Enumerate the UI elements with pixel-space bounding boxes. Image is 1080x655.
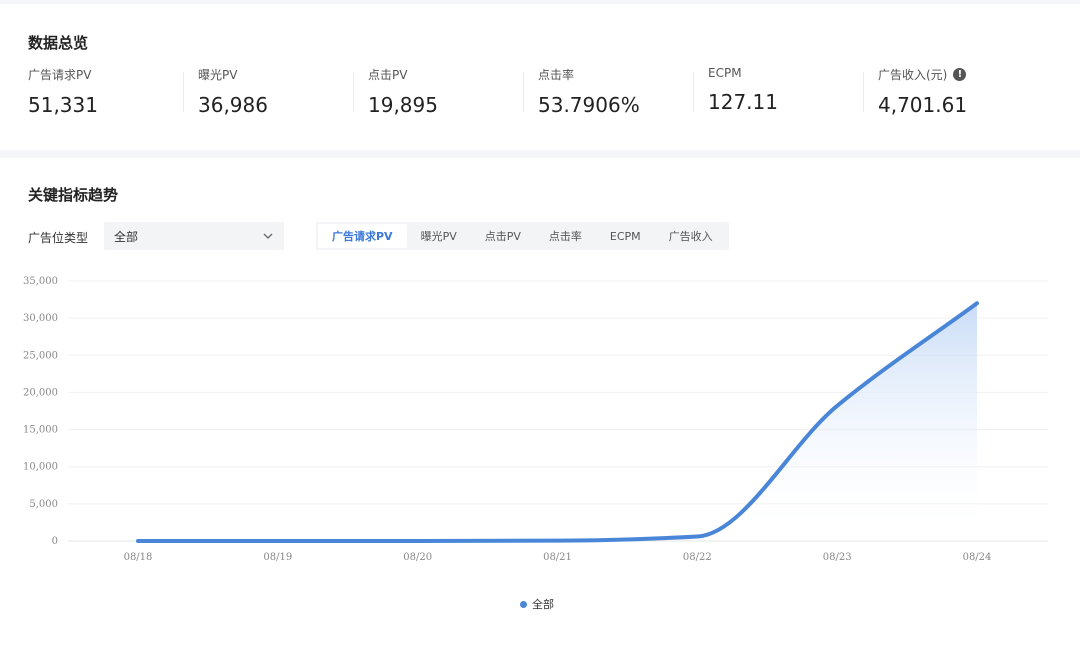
- tab-impression-pv[interactable]: 曝光PV: [407, 224, 471, 248]
- metric-value: 36,986: [198, 93, 268, 117]
- metric-divider: [183, 72, 184, 112]
- ad-slot-type-select[interactable]: 全部: [104, 222, 284, 250]
- trend-title: 关键指标趋势: [28, 186, 119, 204]
- metric-value: 53.7906%: [538, 93, 640, 117]
- tab-ctr[interactable]: 点击率: [535, 224, 596, 248]
- x-tick-label: 08/19: [263, 552, 292, 563]
- tab-ecpm[interactable]: ECPM: [596, 224, 655, 248]
- trend-line-chart: 0 5,000 10,000 15,000 20,000 25,000 30,000 35,0…: [23, 276, 1048, 563]
- x-tick-label: 08/20: [403, 552, 432, 563]
- x-tick-label: 08/18: [124, 552, 153, 563]
- legend-marker: [520, 600, 527, 608]
- tab-ad-revenue[interactable]: 广告收入: [655, 224, 727, 248]
- metric-label-text: 广告收入(元): [878, 68, 948, 82]
- metric-label: 点击率: [538, 68, 575, 82]
- metric-label: 曝光PV: [198, 68, 238, 82]
- tab-click-pv[interactable]: 点击PV: [471, 224, 535, 248]
- metric-label: ECPM: [708, 66, 742, 80]
- metric-divider: [353, 72, 354, 112]
- metric-divider: [523, 72, 524, 112]
- ad-slot-type-label: 广告位类型: [28, 231, 89, 245]
- metric-impression-pv: 曝光PV 36,986: [198, 66, 268, 122]
- metric-value: 4,701.61: [878, 93, 968, 117]
- metric-ctr: 点击率 53.7906%: [538, 66, 640, 122]
- metric-label: 广告收入(元) !: [878, 66, 967, 83]
- x-tick-label: 08/24: [963, 552, 992, 563]
- tab-ad-request-pv[interactable]: 广告请求PV: [318, 224, 407, 248]
- metric-label: 点击PV: [368, 68, 408, 82]
- metric-divider: [693, 72, 694, 112]
- metric-ad-request-pv: 广告请求PV 51,331: [28, 66, 98, 122]
- metric-value: 19,895: [368, 93, 438, 117]
- info-icon[interactable]: !: [953, 68, 967, 81]
- y-tick-label: 25,000: [23, 350, 58, 361]
- chart-legend[interactable]: 全部: [520, 596, 554, 612]
- metric-value: 127.11: [708, 90, 778, 114]
- y-tick-label: 35,000: [23, 276, 58, 287]
- select-value: 全部: [114, 229, 139, 244]
- metric-ecpm: ECPM 127.11: [708, 66, 778, 122]
- metric-value: 51,331: [28, 93, 98, 117]
- metric-ad-revenue: 广告收入(元) ! 4,701.61: [878, 66, 967, 122]
- overview-card: 数据总览 广告请求PV 51,331 曝光PV 36,986 点击PV 19,8…: [0, 4, 1080, 150]
- overview-title: 数据总览: [28, 34, 89, 52]
- metrics-row: 广告请求PV 51,331 曝光PV 36,986 点击PV 19,895 点击…: [28, 66, 1058, 122]
- y-tick-label: 0: [52, 536, 58, 547]
- legend-label: 全部: [532, 598, 554, 611]
- y-tick-label: 10,000: [23, 462, 58, 473]
- metric-divider: [863, 72, 864, 112]
- chevron-down-icon: [262, 230, 274, 245]
- y-tick-label: 20,000: [23, 387, 58, 398]
- metric-click-pv: 点击PV 19,895: [368, 66, 438, 122]
- x-tick-label: 08/22: [683, 552, 712, 563]
- trend-card: 关键指标趋势 广告位类型 全部 广告请求PV 曝光PV 点击PV 点击率 ECP…: [0, 158, 1080, 655]
- y-tick-label: 15,000: [23, 425, 58, 436]
- area-fill: [138, 303, 977, 541]
- x-tick-label: 08/23: [823, 552, 852, 563]
- metric-tabs: 广告请求PV 曝光PV 点击PV 点击率 ECPM 广告收入: [316, 222, 729, 250]
- y-tick-label: 30,000: [23, 313, 58, 324]
- x-tick-label: 08/21: [543, 552, 572, 563]
- y-tick-label: 5,000: [29, 499, 58, 510]
- metric-label: 广告请求PV: [28, 68, 92, 82]
